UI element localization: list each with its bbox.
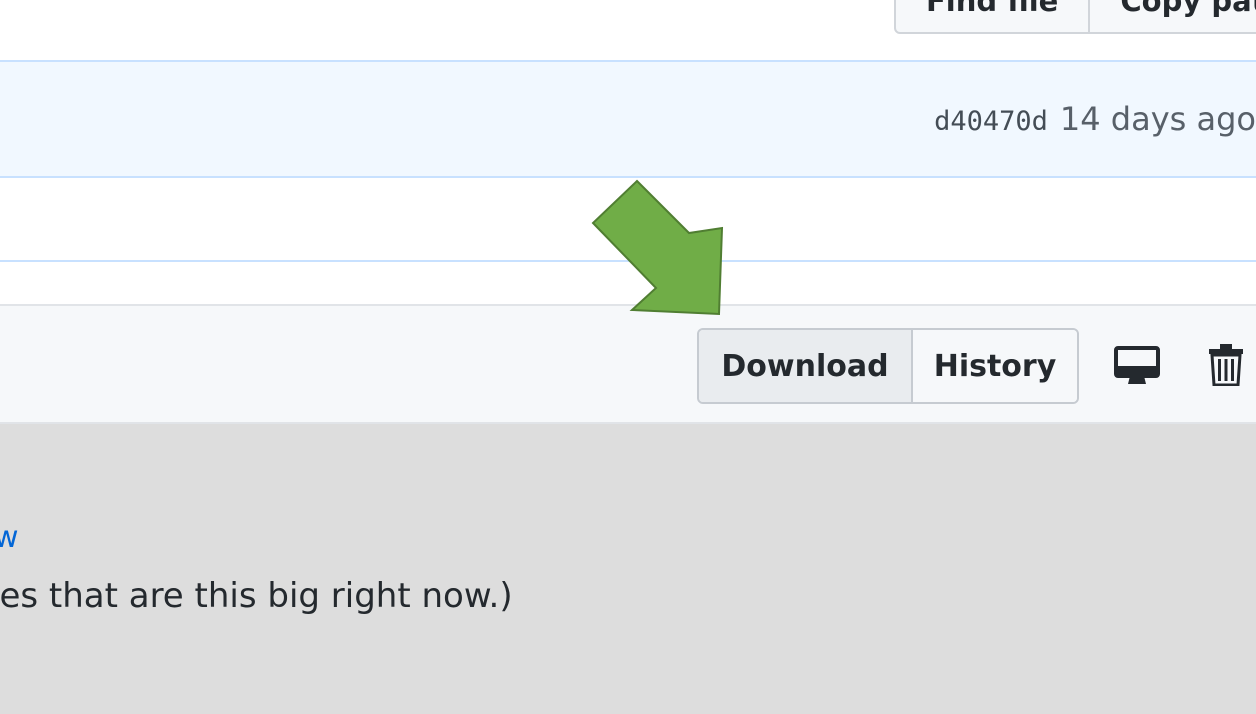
file-header: Download History — [0, 304, 1256, 424]
find-file-button[interactable]: Find file — [896, 0, 1088, 32]
history-button[interactable]: History — [911, 330, 1077, 402]
file-action-button-group: Download History — [697, 328, 1079, 404]
copy-path-button[interactable]: Copy path — [1088, 0, 1256, 32]
commit-tease: d40470d 14 days ago — [0, 60, 1256, 178]
trash-icon[interactable] — [1208, 344, 1244, 386]
desktop-icon[interactable] — [1114, 346, 1160, 386]
view-raw-link[interactable]: w — [0, 520, 19, 555]
file-too-big-message: les that are this big right now.) — [0, 576, 513, 616]
commit-meta: d40470d 14 days ago — [934, 100, 1256, 138]
commit-sha-link[interactable]: d40470d — [934, 106, 1048, 137]
commit-age: 14 days ago — [1059, 100, 1256, 138]
arrow-annotation — [591, 179, 724, 316]
blob-content: w les that are this big right now.) — [0, 424, 1256, 714]
download-button[interactable]: Download — [699, 330, 911, 402]
file-nav-button-group: Find file Copy path — [894, 0, 1256, 34]
top-toolbar: Find file Copy path — [0, 0, 1256, 60]
